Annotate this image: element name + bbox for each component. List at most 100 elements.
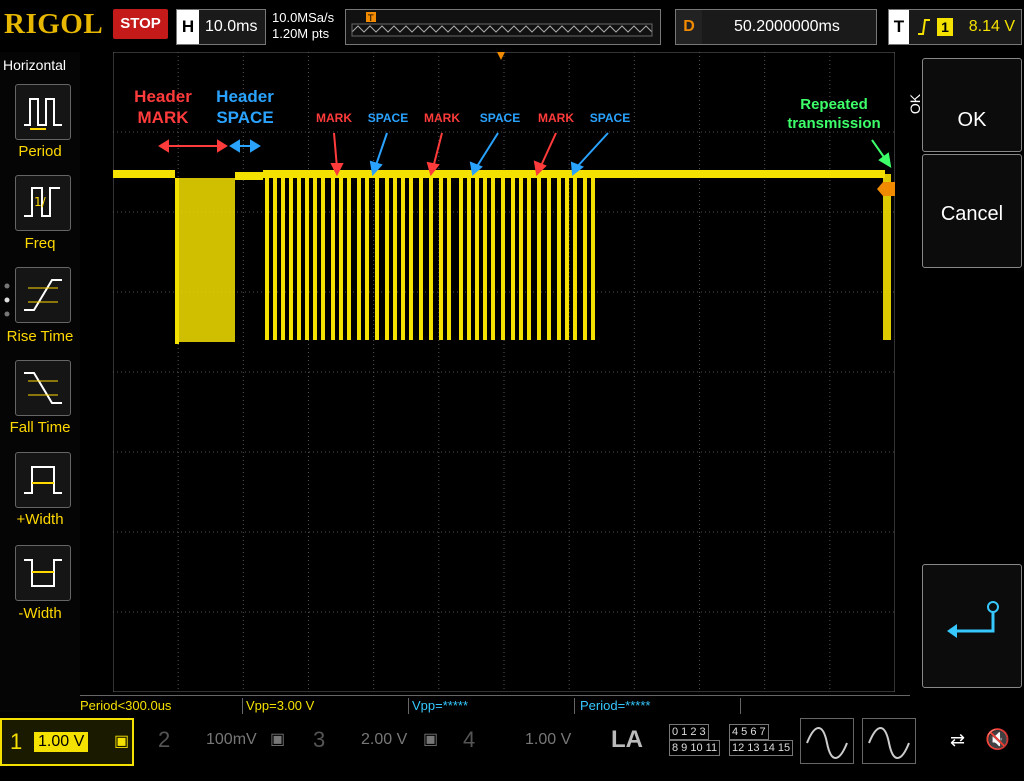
memory-waveform-overview[interactable]: T (345, 9, 661, 45)
trace-repeated-burst (883, 174, 891, 340)
trace-idle-segment (113, 170, 175, 178)
trace-bit-pulse (375, 174, 379, 340)
memory-depth: 1.20M pts (272, 26, 330, 41)
menu-page-indicator[interactable] (3, 282, 11, 331)
channel-bar: 1 1.00 V ▣ 2 100mV ▣ 3 2.00 V ▣ 4 1.00 V… (0, 716, 1024, 768)
run-stop-button[interactable]: STOP (113, 9, 168, 39)
frequency-icon: 1/ (24, 187, 60, 217)
delay-value: 50.2000000ms (734, 18, 840, 35)
ok-button[interactable]: OK (922, 58, 1022, 152)
speaker-muted-icon: 🔇 (985, 729, 1010, 751)
measurement-1-value: Period<300.0us (80, 698, 172, 713)
period-icon (24, 98, 62, 130)
enter-button[interactable] (922, 564, 1022, 688)
trigger-source-badge: 1 (937, 18, 953, 36)
rising-edge-icon (917, 16, 931, 43)
measurement-2[interactable]: Vpp=3.00 V (246, 698, 409, 714)
svg-text:T: T (367, 14, 374, 24)
trace-bit-pulse (467, 174, 471, 340)
channel-4-button[interactable]: 4 1.00 V (455, 718, 595, 762)
negative-width-button[interactable] (15, 545, 71, 601)
measurement-4[interactable]: Period=***** (580, 698, 741, 714)
header-mark-annotation: Header MARK (134, 87, 192, 127)
logic-analyzer-button[interactable]: LA 0 1 2 3 8 9 10 11 4 5 6 7 12 13 14 15 (605, 718, 795, 762)
channel-2-coupling-icon: ▣ (270, 731, 286, 748)
trace-bit-pulse (519, 174, 523, 340)
trace-edge (175, 178, 179, 344)
channel-4-number: 4 (463, 727, 476, 752)
trace-bit-pulse (459, 174, 463, 340)
trace-bit-pulse (401, 174, 405, 340)
trace-bit-pulse (527, 174, 531, 340)
space-annotation-1: SPACE (367, 111, 409, 125)
channel-3-number: 3 (313, 727, 326, 752)
trace-bit-pulse (385, 174, 389, 340)
mark-annotation-3: MARK (538, 111, 574, 125)
space-annotation-2: SPACE (479, 111, 521, 125)
freq-button[interactable]: 1/ (15, 175, 71, 231)
positive-width-icon (24, 466, 62, 494)
ok-side-label: OK (907, 93, 924, 115)
trace-header-space (235, 172, 263, 180)
la-group-2: 8 9 10 11 (669, 740, 721, 756)
channel-2-button[interactable]: 2 100mV ▣ (150, 718, 290, 762)
trace-bit-pulse (547, 174, 551, 340)
trace-bit-pulse (557, 174, 561, 340)
channel-3-coupling-icon: ▣ (423, 731, 439, 748)
measurement-3-value: Vpp=***** (412, 698, 469, 713)
trace-bit-pulse (591, 174, 595, 340)
channel-3-button[interactable]: 3 2.00 V ▣ (305, 718, 445, 762)
memory-overview-graphic: T (351, 12, 653, 37)
trace-bit-pulse (339, 174, 343, 340)
positive-width-label: +Width (16, 511, 64, 528)
horizontal-label: H (177, 10, 199, 44)
source-1-button[interactable] (800, 718, 854, 764)
trace-bit-pulse (483, 174, 487, 340)
trigger-delay[interactable]: D 50.2000000ms (675, 9, 877, 45)
cancel-button[interactable]: Cancel (922, 154, 1022, 268)
horizontal-timebase[interactable]: H 10.0ms (176, 9, 266, 45)
rise-time-button[interactable] (15, 267, 71, 323)
trace-bit-pulse (475, 174, 479, 340)
waveform-display[interactable] (97, 51, 903, 693)
measurement-4-value: Period=***** (580, 698, 651, 713)
trigger-level: 8.14 V (968, 18, 1015, 35)
rigol-logo: RIGOL (4, 8, 104, 40)
measurement-3[interactable]: Vpp=***** (412, 698, 575, 714)
trace-bit-pulse (321, 174, 325, 340)
trace-bit-pulse (565, 174, 569, 340)
channel-1-coupling-icon: ▣ (114, 733, 130, 750)
space-annotation-3: SPACE (589, 111, 631, 125)
trigger-settings[interactable]: T 1 8.14 V (888, 9, 1022, 45)
trace-header-mark (175, 178, 235, 342)
measurement-bar: Period<300.0us Vpp=3.00 V Vpp=***** Peri… (80, 695, 910, 716)
timebase-value: 10.0ms (205, 18, 258, 35)
channel-2-number: 2 (158, 727, 171, 752)
channel-3-scale: 2.00 V (361, 731, 408, 748)
trace-bit-pulse (281, 174, 285, 340)
trace-bit-pulse (289, 174, 293, 340)
positive-width-button[interactable] (15, 452, 71, 508)
trace-bit-pulse (537, 174, 541, 340)
trace-bit-pulse (573, 174, 577, 340)
trace-bit-pulse (331, 174, 335, 340)
trigger-label: T (889, 10, 909, 44)
fall-time-button[interactable] (15, 360, 71, 416)
rise-time-icon (24, 279, 62, 311)
source-2-button[interactable] (862, 718, 916, 764)
period-button[interactable] (15, 84, 71, 140)
measurement-1[interactable]: Period<300.0us (80, 698, 243, 714)
enter-icon (947, 601, 999, 638)
channel-2-scale: 100mV (206, 731, 257, 748)
trace-bit-pulse (365, 174, 369, 340)
channel-1-button[interactable]: 1 1.00 V ▣ (0, 718, 134, 766)
measurement-2-value: Vpp=3.00 V (246, 698, 315, 713)
mark-annotation-1: MARK (316, 111, 352, 125)
trace-bit-pulse (347, 174, 351, 340)
channel-1-scale: 1.00 V (34, 732, 89, 752)
trace-bit-pulse (583, 174, 587, 340)
trace-bit-pulse (409, 174, 413, 340)
trace-bit-pulse (501, 174, 505, 340)
trace-bit-pulse (511, 174, 515, 340)
channel-4-scale: 1.00 V (525, 731, 572, 748)
